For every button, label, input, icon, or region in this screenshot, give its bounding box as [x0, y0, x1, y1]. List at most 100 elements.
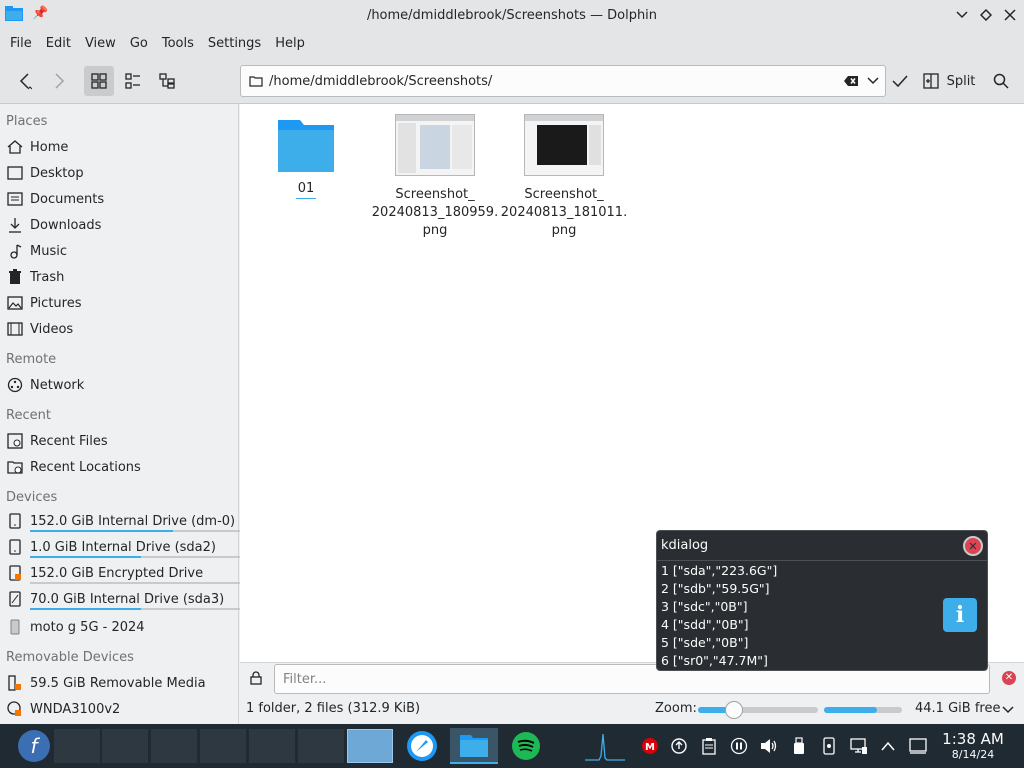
close-filter-icon[interactable]: ✕: [1002, 671, 1016, 685]
removable-header: Removable Devices: [6, 650, 134, 665]
location-bar[interactable]: /home/dmiddlebrook/Screenshots/: [240, 65, 886, 97]
minimize-button[interactable]: [952, 5, 972, 25]
virtual-desktop-2[interactable]: [102, 729, 148, 763]
dialog-line: 5 ["sde","0B"]: [661, 635, 749, 650]
pin-icon[interactable]: 📌: [32, 6, 48, 21]
menu-help[interactable]: Help: [268, 30, 312, 58]
file-name-line-2: 20240813_181011.: [500, 205, 628, 220]
location-path[interactable]: /home/dmiddlebrook/Screenshots/: [269, 74, 843, 89]
places-panel: Places Home Desktop Documents Downloads …: [0, 104, 240, 724]
sidebar-item-label: 152.0 GiB Encrypted Drive: [30, 565, 204, 581]
menu-go[interactable]: Go: [123, 30, 155, 58]
sidebar-item-drive-sda3[interactable]: 70.0 GiB Internal Drive (sda3): [6, 587, 240, 611]
menu-tools[interactable]: Tools: [155, 30, 201, 58]
lock-icon[interactable]: [250, 671, 262, 685]
sidebar-item-videos[interactable]: Videos: [6, 317, 236, 341]
chevron-down-icon[interactable]: [867, 77, 879, 85]
sidebar-item-desktop[interactable]: Desktop: [6, 161, 236, 185]
menu-edit[interactable]: Edit: [39, 30, 78, 58]
digital-clock[interactable]: 1:38 AM 8/14/24: [940, 731, 1006, 762]
chevron-up-icon[interactable]: [878, 736, 898, 756]
sidebar-item-drive-dm0[interactable]: 152.0 GiB Internal Drive (dm-0): [6, 509, 240, 533]
split-label: Split: [946, 73, 976, 89]
clock-date: 8/14/24: [951, 748, 995, 761]
show-desktop-icon[interactable]: [908, 736, 928, 756]
volume-icon[interactable]: [759, 736, 779, 756]
zoom-slider-handle[interactable]: [725, 701, 743, 719]
system-monitor-graph-icon[interactable]: [580, 728, 630, 764]
menu-view[interactable]: View: [78, 30, 123, 58]
drive-usage-fill: [30, 608, 142, 610]
close-dialog-icon[interactable]: ✕: [963, 536, 983, 556]
sidebar-item-wnda3100v2[interactable]: WNDA3100v2: [6, 697, 236, 721]
virtual-desktop-3[interactable]: [151, 729, 197, 763]
sidebar-item-label: Recent Files: [30, 433, 108, 449]
remote-header: Remote: [6, 352, 57, 367]
sidebar-item-music[interactable]: Music: [6, 239, 236, 263]
mega-sync-icon[interactable]: M: [640, 736, 660, 756]
sidebar-item-drive-sda2[interactable]: 1.0 GiB Internal Drive (sda2): [6, 535, 240, 559]
zoom-slider[interactable]: [698, 701, 818, 719]
sidebar-item-phone[interactable]: moto g 5G - 2024: [6, 615, 236, 639]
taskbar: f M 1:38 AM 8/14/24: [0, 724, 1024, 768]
sidebar-item-network[interactable]: Network: [6, 373, 236, 397]
details-view-button[interactable]: [152, 66, 182, 96]
encrypted-drive-icon: [6, 564, 24, 582]
dolphin-app-icon[interactable]: [5, 6, 23, 22]
file-item-screenshot-2[interactable]: Screenshot_ 20240813_181011. png: [499, 114, 629, 240]
kdeconnect-phone-icon[interactable]: [819, 736, 839, 756]
compact-list-icon: [125, 73, 140, 89]
media-pause-icon[interactable]: [729, 736, 749, 756]
split-button[interactable]: Split: [918, 66, 980, 96]
virtual-desktop-4[interactable]: [200, 729, 246, 763]
update-notifier-icon[interactable]: [669, 736, 689, 756]
free-space-label[interactable]: 44.1 GiB free: [915, 701, 1000, 716]
search-button[interactable]: [988, 66, 1014, 96]
virtual-desktop-6[interactable]: [298, 729, 344, 763]
network-wired-icon[interactable]: [849, 736, 869, 756]
svg-text:M: M: [645, 742, 655, 753]
dialog-line: 3 ["sdc","0B"]: [661, 599, 748, 614]
icons-view-button[interactable]: [84, 66, 114, 96]
fedora-launcher-icon[interactable]: f: [14, 728, 54, 764]
file-name-line-3: png: [551, 223, 577, 238]
clipboard-icon[interactable]: [699, 736, 719, 756]
file-item-folder[interactable]: 01: [241, 116, 371, 199]
sidebar-item-encrypted-drive[interactable]: 152.0 GiB Encrypted Drive: [6, 561, 240, 585]
file-name-line-3: png: [422, 223, 448, 238]
spotify-icon[interactable]: [506, 728, 546, 764]
chevron-down-icon[interactable]: [1002, 706, 1014, 714]
browser-icon[interactable]: [402, 728, 442, 764]
usb-drive-icon: [6, 674, 24, 692]
dolphin-taskbar-icon[interactable]: [450, 728, 498, 764]
checkmark-icon: [892, 75, 908, 88]
virtual-desktop-1[interactable]: [54, 729, 100, 763]
sidebar-item-recent-files[interactable]: Recent Files: [6, 429, 236, 453]
virtual-desktop-5[interactable]: [249, 729, 295, 763]
sidebar-item-recent-locations[interactable]: Recent Locations: [6, 455, 236, 479]
sidebar-item-pictures[interactable]: Pictures: [6, 291, 236, 315]
compact-view-button[interactable]: [118, 66, 148, 96]
menu-file[interactable]: File: [3, 30, 39, 58]
drive-icon: [6, 590, 24, 608]
virtual-desktop-7-active[interactable]: [347, 729, 393, 763]
desktop-icon: [6, 164, 24, 182]
file-item-screenshot-1[interactable]: Screenshot_ 20240813_180959. png: [370, 114, 500, 240]
sidebar-item-documents[interactable]: Documents: [6, 187, 236, 211]
menu-settings[interactable]: Settings: [201, 30, 268, 58]
tree-view-icon: [159, 73, 175, 89]
sidebar-item-trash[interactable]: Trash: [6, 265, 236, 289]
confirm-location-button[interactable]: [888, 66, 912, 96]
maximize-button[interactable]: [976, 5, 996, 25]
back-button[interactable]: [12, 66, 38, 96]
sidebar-item-downloads[interactable]: Downloads: [6, 213, 236, 237]
sidebar-item-removable-media[interactable]: 59.5 GiB Removable Media: [6, 671, 236, 695]
close-button[interactable]: [1000, 5, 1020, 25]
forward-button[interactable]: [46, 66, 72, 96]
sidebar-item-home[interactable]: Home: [6, 135, 236, 159]
clear-text-icon[interactable]: [843, 75, 859, 87]
sidebar-item-label: Home: [30, 139, 69, 155]
dialog-message: 1 ["sda","223.6G"] 2 ["sdb","59.5G"] 3 […: [661, 562, 777, 670]
usb-device-icon[interactable]: [789, 736, 809, 756]
recent-files-icon: [6, 432, 24, 450]
